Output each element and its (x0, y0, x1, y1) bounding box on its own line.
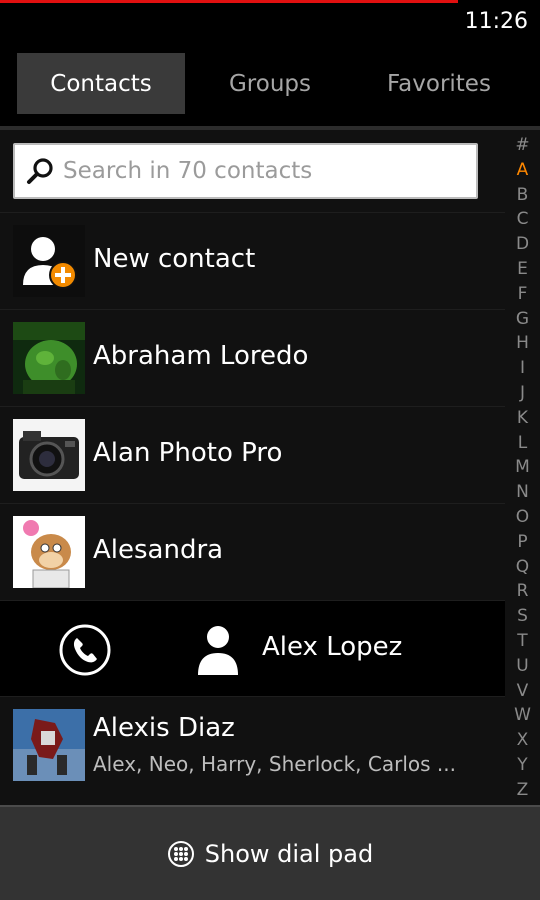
index-letter[interactable]: A (505, 159, 540, 181)
index-letter[interactable]: # (505, 134, 540, 156)
contact-row[interactable]: Abraham Loredo (0, 309, 505, 405)
contact-row[interactable]: Alexis Diaz Alex, Neo, Harry, Sherlock, … (0, 696, 505, 796)
contact-name: Alexis Diaz (93, 713, 235, 743)
alphabet-index[interactable]: # A B C D E F G H I J K L M N O P Q R S T U V W X Y Z (505, 130, 540, 805)
contact-row[interactable]: Alan Photo Pro (0, 406, 505, 502)
index-letter[interactable]: K (505, 407, 540, 429)
contacts-app: 11:26 Contacts Groups Favorites Search i… (0, 0, 540, 900)
index-letter[interactable]: Y (505, 754, 540, 776)
index-letter[interactable]: Z (505, 779, 540, 801)
contact-list[interactable]: New contact Abraham Loredo (0, 130, 505, 805)
person-icon (190, 621, 246, 677)
search-box[interactable] (13, 143, 478, 199)
index-letter[interactable]: D (505, 233, 540, 255)
add-person-icon (13, 225, 85, 297)
index-letter[interactable]: R (505, 580, 540, 602)
contact-name: Abraham Loredo (93, 341, 309, 371)
index-letter[interactable]: M (505, 456, 540, 478)
index-letter[interactable]: C (505, 208, 540, 230)
index-letter[interactable]: G (505, 308, 540, 330)
contact-name: Alan Photo Pro (93, 438, 283, 468)
contact-photo (13, 419, 85, 491)
index-letter[interactable]: H (505, 332, 540, 354)
dialpad-icon (167, 840, 195, 868)
tab-groups[interactable]: Groups (186, 53, 354, 114)
index-letter[interactable]: N (505, 481, 540, 503)
phone-icon[interactable] (58, 623, 112, 677)
contact-row[interactable]: Alesandra (0, 503, 505, 599)
contact-photo (13, 516, 85, 588)
contact-nicknames: Alex, Neo, Harry, Sherlock, Carlos ... (93, 752, 456, 776)
index-letter[interactable]: U (505, 655, 540, 677)
show-dial-pad-button[interactable]: Show dial pad (0, 805, 540, 900)
index-letter[interactable]: Q (505, 556, 540, 578)
tab-favorites[interactable]: Favorites (355, 53, 523, 114)
index-letter[interactable]: B (505, 184, 540, 206)
search-icon (23, 154, 57, 188)
index-letter[interactable]: E (505, 258, 540, 280)
index-letter[interactable]: F (505, 283, 540, 305)
status-bar: 11:26 (0, 0, 540, 40)
new-contact-label: New contact (93, 244, 256, 274)
contact-photo (13, 322, 85, 394)
index-letter[interactable]: O (505, 506, 540, 528)
index-letter[interactable]: I (505, 357, 540, 379)
dial-pad-label: Show dial pad (204, 839, 374, 868)
index-letter[interactable]: S (505, 605, 540, 627)
status-accent-line (0, 0, 458, 3)
tab-contacts[interactable]: Contacts (17, 53, 185, 114)
search-area (0, 130, 505, 212)
index-letter[interactable]: P (505, 531, 540, 553)
index-letter[interactable]: V (505, 680, 540, 702)
contact-name: Alex Lopez (262, 632, 403, 662)
status-time: 11:26 (464, 9, 528, 34)
search-input[interactable] (57, 145, 476, 197)
contact-photo (13, 709, 85, 781)
contact-name: Alesandra (93, 535, 224, 565)
index-letter[interactable]: X (505, 729, 540, 751)
index-letter[interactable]: L (505, 432, 540, 454)
contact-row-expanded[interactable]: Alex Lopez (0, 600, 505, 696)
new-contact-row[interactable]: New contact (0, 212, 505, 308)
tab-bar: Contacts Groups Favorites (0, 40, 540, 126)
index-letter[interactable]: W (505, 704, 540, 726)
index-letter[interactable]: T (505, 630, 540, 652)
index-letter[interactable]: J (505, 382, 540, 404)
